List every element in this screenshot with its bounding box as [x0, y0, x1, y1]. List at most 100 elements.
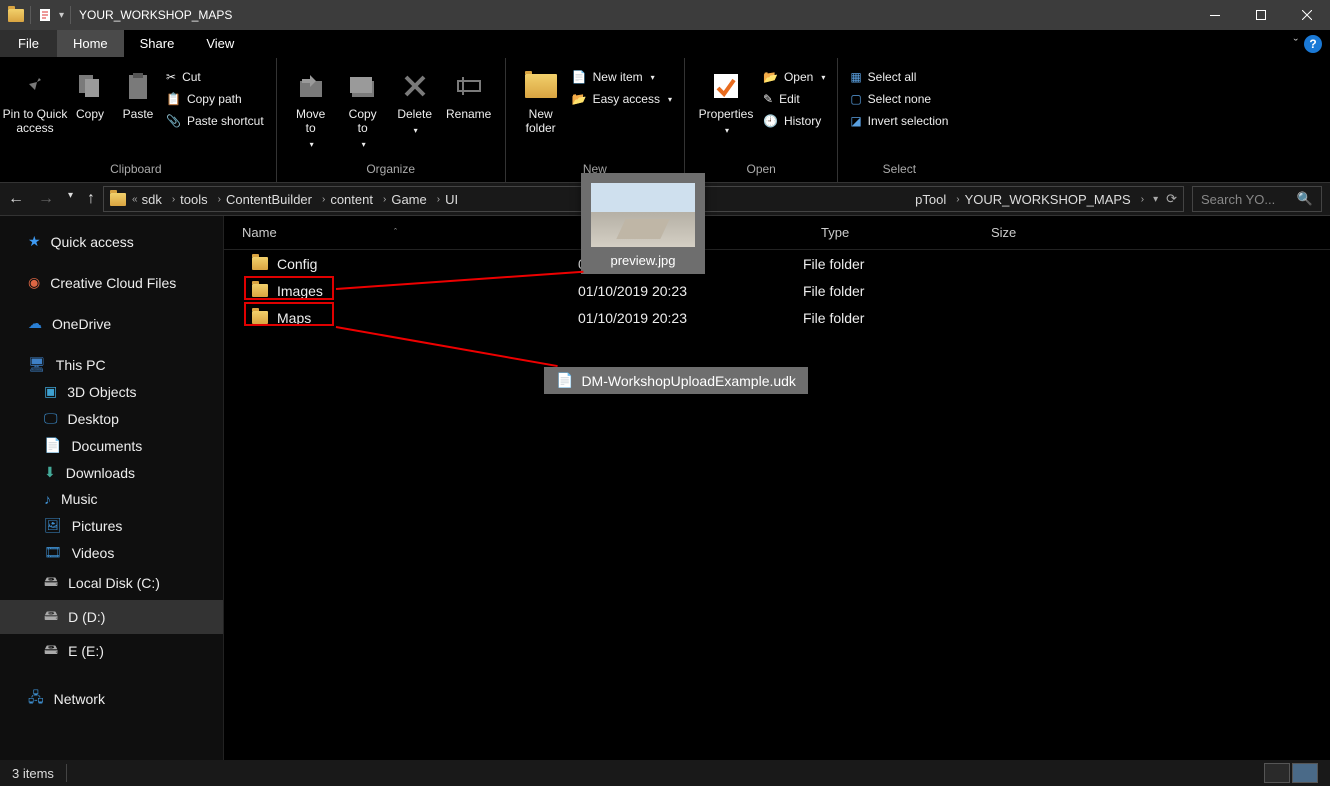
new-folder-button[interactable]: New folder	[514, 62, 568, 162]
network-icon: 🖧	[28, 687, 44, 711]
crumb-2[interactable]: ContentBuilder	[226, 192, 312, 207]
sidebar-creative-cloud[interactable]: ◉Creative Cloud Files	[0, 269, 223, 296]
move-to-icon	[293, 68, 329, 104]
sidebar-downloads[interactable]: ⬇Downloads	[0, 459, 223, 486]
address-dropdown-icon[interactable]: ▾	[1153, 194, 1158, 205]
new-folder-icon	[523, 68, 559, 104]
sidebar-music[interactable]: ♪Music	[0, 486, 223, 512]
group-label-select: Select	[883, 162, 916, 180]
history-icon: 🕘	[763, 114, 778, 128]
edit-button[interactable]: ✎Edit	[759, 90, 829, 108]
paste-button[interactable]: Paste	[114, 62, 162, 162]
pc-icon: 🖥	[28, 356, 46, 373]
qat-icon-1[interactable]	[37, 7, 53, 23]
copy-path-button[interactable]: 📋Copy path	[162, 90, 268, 108]
qat-dropdown-icon[interactable]: ▾	[59, 10, 64, 21]
file-row-images[interactable]: Images 01/10/2019 20:23 File folder	[224, 277, 1330, 304]
invert-selection-button[interactable]: ◪Invert selection	[846, 112, 952, 130]
sidebar-quick-access[interactable]: ★Quick access	[0, 228, 223, 255]
paste-shortcut-button[interactable]: 📎Paste shortcut	[162, 112, 268, 130]
delete-button[interactable]: Delete▾	[389, 62, 441, 162]
new-item-button[interactable]: 📄New item▾	[568, 68, 676, 86]
sidebar-drive-e[interactable]: 🖴E (E:)	[0, 634, 223, 668]
close-button[interactable]	[1284, 0, 1330, 30]
sidebar-3d-objects[interactable]: ▣3D Objects	[0, 378, 223, 405]
sidebar-documents[interactable]: 📄Documents	[0, 432, 223, 459]
search-placeholder: Search YO...	[1201, 192, 1275, 207]
tab-file[interactable]: File	[0, 30, 57, 57]
move-to-button[interactable]: Move to▾	[285, 62, 337, 162]
window-title: YOUR_WORKSHOP_MAPS	[79, 8, 232, 22]
sidebar-drive-d[interactable]: 🖴D (D:)	[0, 600, 223, 634]
sidebar-local-disk-c[interactable]: 🖴Local Disk (C:)	[0, 566, 223, 600]
crumb-1[interactable]: tools	[180, 192, 207, 207]
documents-icon: 📄	[44, 437, 61, 454]
sidebar-desktop[interactable]: 🖵Desktop	[0, 405, 223, 432]
drive-icon: 🖴	[44, 639, 58, 663]
easy-access-button[interactable]: 📂Easy access▾	[568, 90, 676, 108]
tab-view[interactable]: View	[190, 30, 250, 57]
pictures-icon: 🖼	[44, 517, 62, 534]
column-type[interactable]: Type	[803, 225, 973, 240]
sidebar-videos[interactable]: 🎞Videos	[0, 539, 223, 566]
back-button[interactable]: ←	[8, 190, 24, 208]
sidebar-this-pc[interactable]: 🖥This PC	[0, 351, 223, 378]
crumb-7[interactable]: YOUR_WORKSHOP_MAPS	[965, 192, 1131, 207]
refresh-icon[interactable]: ⟳	[1166, 191, 1177, 207]
sidebar-network[interactable]: 🖧Network	[0, 682, 223, 716]
cube-icon: ▣	[44, 383, 57, 400]
file-row-config[interactable]: Config 01/10/2019 20:23 File folder	[224, 250, 1330, 277]
cloud-icon: ☁	[28, 315, 42, 332]
view-large-icons-button[interactable]	[1292, 763, 1318, 783]
view-details-button[interactable]	[1264, 763, 1290, 783]
select-none-button[interactable]: ▢Select none	[846, 90, 952, 108]
delete-icon	[397, 68, 433, 104]
titlebar-folder-icon	[8, 9, 24, 22]
invert-selection-icon: ◪	[850, 114, 861, 128]
tab-home[interactable]: Home	[57, 30, 124, 57]
crumb-4[interactable]: Game	[391, 192, 426, 207]
folder-icon	[252, 311, 268, 324]
crumb-0[interactable]: sdk	[142, 192, 162, 207]
sidebar-pictures[interactable]: 🖼Pictures	[0, 512, 223, 539]
search-input[interactable]: Search YO... 🔍	[1192, 186, 1322, 212]
forward-button[interactable]: →	[38, 190, 54, 208]
file-icon: 📄	[556, 372, 573, 389]
edit-icon: ✎	[763, 92, 773, 106]
select-all-button[interactable]: ▦Select all	[846, 68, 952, 86]
copy-button[interactable]: Copy	[66, 62, 114, 162]
copy-to-button[interactable]: Copy to▾	[337, 62, 389, 162]
group-label-clipboard: Clipboard	[110, 162, 161, 180]
cut-button[interactable]: ✂Cut	[162, 68, 268, 86]
star-icon: ★	[28, 233, 41, 250]
column-name[interactable]: Nameˆ	[224, 225, 578, 240]
collapse-ribbon-icon[interactable]: ˇ	[1294, 36, 1298, 51]
history-button[interactable]: 🕘History	[759, 112, 829, 130]
annotation-line-maps	[336, 326, 558, 367]
minimize-button[interactable]	[1192, 0, 1238, 30]
sidebar-onedrive[interactable]: ☁OneDrive	[0, 310, 223, 337]
rename-button[interactable]: Rename	[441, 62, 497, 162]
help-icon[interactable]: ?	[1304, 35, 1322, 53]
tab-share[interactable]: Share	[124, 30, 191, 57]
copy-path-icon: 📋	[166, 92, 181, 106]
overlay-label-udk: 📄 DM-WorkshopUploadExample.udk	[544, 367, 808, 394]
videos-icon: 🎞	[44, 544, 62, 561]
crumb-3[interactable]: content	[330, 192, 373, 207]
desktop-icon: 🖵	[44, 410, 58, 427]
column-size[interactable]: Size	[973, 225, 1330, 240]
copy-to-icon	[345, 68, 381, 104]
recent-dropdown[interactable]: ▾	[68, 190, 73, 208]
maximize-button[interactable]	[1238, 0, 1284, 30]
search-icon: 🔍	[1297, 191, 1313, 207]
paste-shortcut-icon: 📎	[166, 114, 181, 128]
properties-button[interactable]: Properties▾	[693, 62, 759, 162]
crumb-5[interactable]: UI	[445, 192, 458, 207]
up-button[interactable]: ↑	[87, 190, 95, 208]
cc-icon: ◉	[28, 274, 40, 291]
crumb-6[interactable]: pTool	[915, 192, 946, 207]
address-folder-icon	[110, 193, 126, 206]
pin-to-quick-access-button[interactable]: Pin to Quick access	[4, 62, 66, 162]
file-row-maps[interactable]: Maps 01/10/2019 20:23 File folder	[224, 304, 1330, 331]
open-button[interactable]: 📂Open▾	[759, 68, 829, 86]
